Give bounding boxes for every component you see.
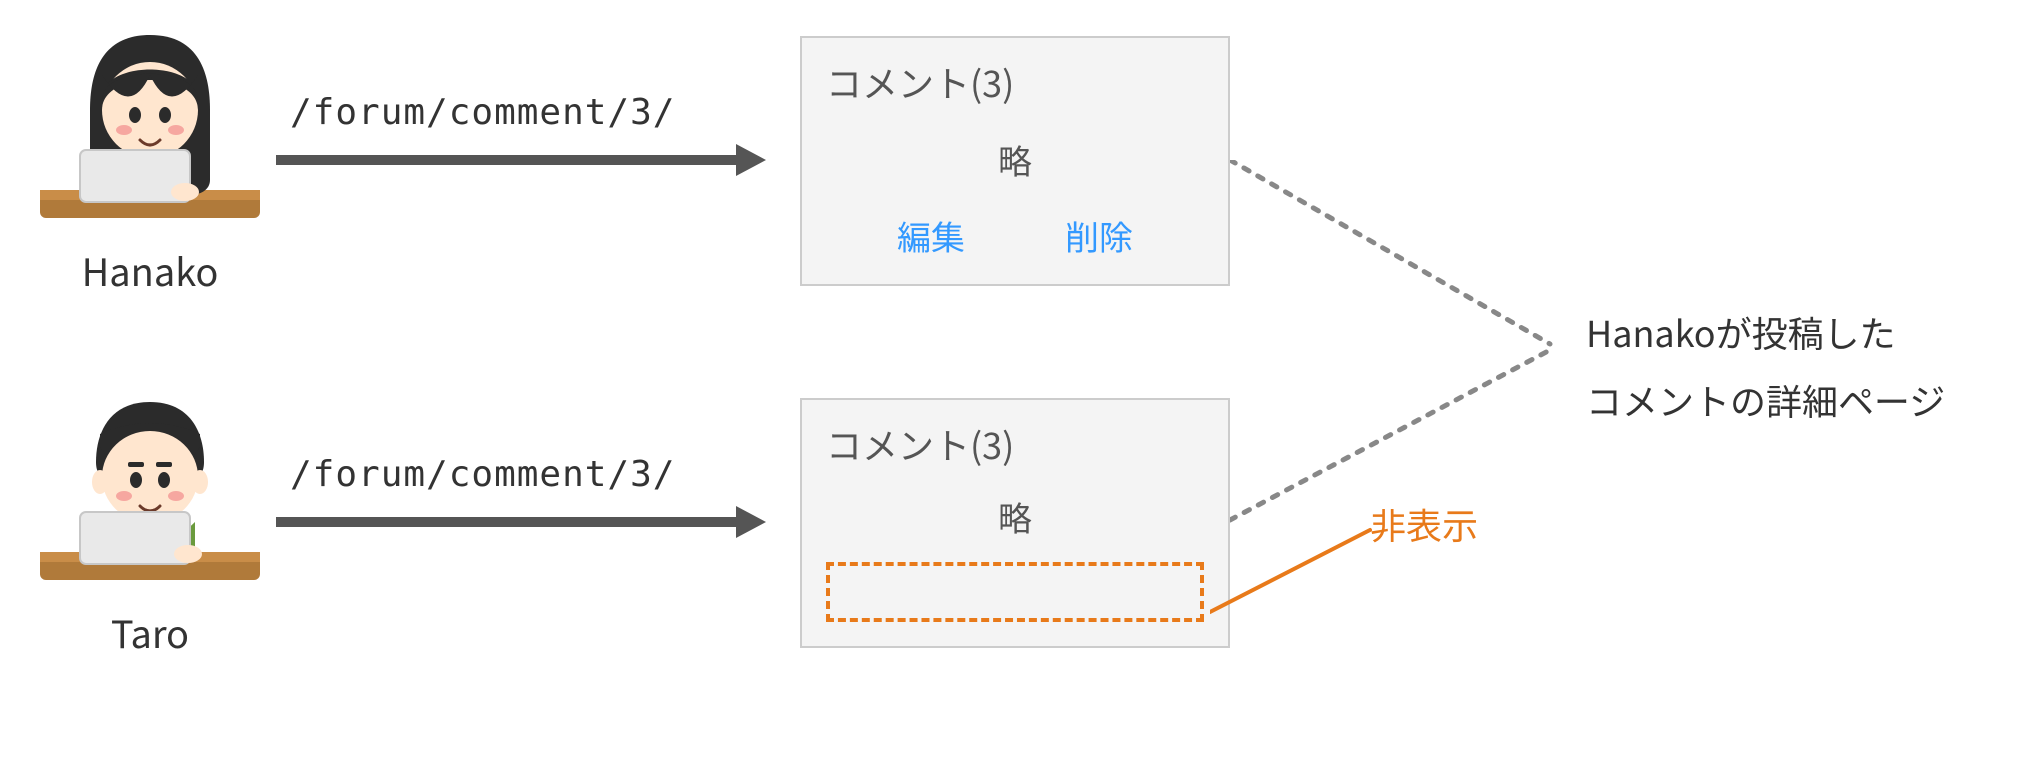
annotation-line-1: Hanakoが投稿した — [1586, 298, 2006, 366]
comment-card-title: コメント(3) — [826, 418, 1204, 470]
hidden-actions-placeholder — [826, 562, 1204, 622]
request-path-taro: /forum/comment/3/ — [290, 454, 675, 495]
avatar-taro-icon — [40, 382, 260, 592]
comment-card-body: 略 — [826, 108, 1204, 211]
comment-card-other: コメント(3) 略 — [800, 398, 1230, 648]
comment-actions: 編集 削除 — [826, 211, 1204, 260]
comment-card-owner: コメント(3) 略 編集 削除 — [800, 36, 1230, 286]
avatar-hanako-icon — [40, 20, 260, 230]
comment-card-body: 略 — [826, 470, 1204, 562]
user-label-hanako: Hanako — [50, 242, 250, 297]
connector-dotted-icon — [1230, 160, 1590, 530]
edit-link[interactable]: 編集 — [897, 211, 965, 260]
comment-card-title: コメント(3) — [826, 56, 1204, 108]
arrow-hanako-icon — [276, 140, 766, 180]
arrow-taro-icon — [276, 502, 766, 542]
annotation-line-2: コメントの詳細ページ — [1586, 366, 2006, 434]
user-label-taro: Taro — [50, 604, 250, 659]
annotation-block: Hanakoが投稿した コメントの詳細ページ — [1586, 298, 2006, 435]
request-path-hanako: /forum/comment/3/ — [290, 92, 675, 133]
diagram-stage: Hanako Taro /forum/comment/3/ — [0, 0, 2022, 776]
delete-link[interactable]: 削除 — [1065, 211, 1133, 260]
hidden-label: 非表示 — [1370, 498, 1478, 550]
